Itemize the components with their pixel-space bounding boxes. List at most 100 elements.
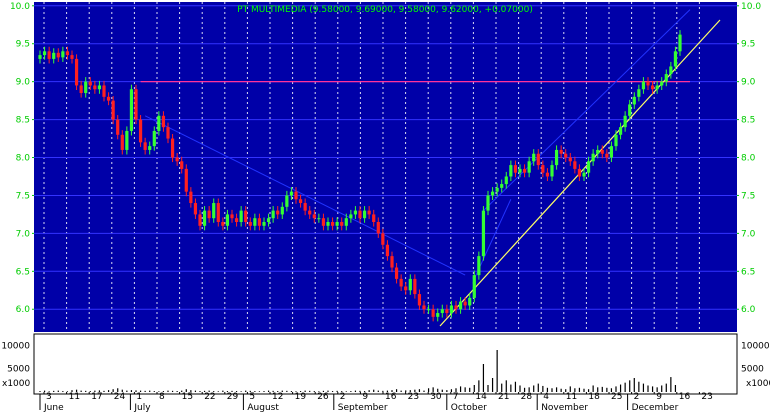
day-tick-label: 11 [566, 392, 577, 402]
candle-body [353, 210, 358, 215]
candle-body [440, 309, 444, 314]
candle-body [289, 191, 294, 196]
candle-body [180, 161, 184, 169]
candle-body [308, 210, 312, 215]
candle-body [303, 203, 307, 211]
candle-body [650, 85, 655, 90]
candle-body [637, 89, 641, 97]
day-tick-label: 3 [46, 392, 52, 402]
candle-body [244, 210, 248, 222]
candle-body [422, 305, 426, 310]
candle-body [458, 301, 463, 310]
candle-body [212, 203, 216, 219]
candle-body [116, 119, 120, 135]
volume-panel-background [33, 333, 738, 395]
y-tick-label-right: 10.0 [741, 2, 761, 12]
candle-body [358, 210, 362, 219]
day-tick-label: 15 [182, 392, 193, 402]
candle-body [468, 297, 472, 306]
candle-body [449, 305, 454, 314]
candle-body [326, 222, 330, 226]
candle-body [56, 52, 60, 58]
month-label: October [451, 403, 487, 412]
day-tick-label: 7 [453, 392, 459, 402]
candle-body [138, 119, 143, 143]
day-tick-label: 21 [498, 392, 509, 402]
candle-body [198, 214, 202, 226]
candle-body [605, 153, 609, 158]
candle-body [106, 96, 111, 101]
month-label: December [632, 403, 679, 412]
y-tick-label-left: 8.0 [16, 154, 31, 164]
candle-body [413, 278, 417, 295]
candle-body [239, 210, 243, 222]
candle-body [253, 218, 257, 226]
day-tick-label: 9 [656, 392, 662, 402]
candle-body [97, 85, 102, 90]
candle-body [394, 267, 399, 279]
candle-body [317, 218, 321, 220]
candle-body [321, 218, 326, 226]
candle-body [600, 149, 604, 154]
candle-body [559, 149, 563, 154]
candle-body [596, 149, 600, 154]
month-label: November [541, 403, 588, 412]
y-tick-label-right: 6.5 [741, 267, 755, 277]
candle-body [614, 134, 618, 147]
candle-body [362, 210, 367, 219]
month-label: June [43, 403, 64, 412]
day-tick-label: 1 [136, 392, 142, 402]
day-tick-label: 4 [543, 392, 549, 402]
candle-body [490, 191, 495, 196]
day-tick-label: 26 [317, 392, 329, 402]
candle-body [486, 195, 490, 211]
candle-body [52, 52, 56, 59]
y-tick-label-right: 8.5 [741, 116, 755, 126]
candle-body [61, 51, 65, 58]
volume-unit-right: x1000 [746, 379, 770, 389]
candle-body [234, 218, 239, 222]
chart-title: PT MULTIMEDIA (9.58000, 9.69000, 9.58000… [237, 5, 533, 15]
candle-body [125, 130, 129, 150]
candle-body [161, 115, 166, 128]
candle-body [399, 278, 403, 287]
candle-body [271, 210, 275, 219]
candle-body [641, 81, 646, 90]
candle-body [38, 55, 42, 59]
candle-body [573, 161, 577, 169]
candle-body [207, 210, 211, 219]
day-tick-label: 8 [159, 392, 165, 402]
candle-body [129, 89, 134, 131]
candle-body [285, 195, 289, 207]
candle-body [152, 130, 156, 147]
candle-body [381, 233, 385, 245]
day-tick-label: 23 [408, 392, 419, 402]
month-label: August [247, 403, 279, 412]
candle-body [426, 309, 431, 311]
candle-body [340, 222, 344, 226]
candle-body [431, 309, 435, 317]
candle-body [102, 85, 106, 97]
volume-unit-left: x1000 [2, 379, 31, 389]
y-tick-label-left: 9.5 [16, 40, 30, 50]
day-tick-label: 11 [69, 392, 80, 402]
candle-body [166, 127, 170, 139]
day-tick-label: 16 [679, 392, 691, 402]
candle-body [385, 244, 390, 257]
candle-body [170, 138, 175, 158]
candle-body [84, 81, 88, 94]
volume-tick-label-left: 10000 [1, 341, 30, 351]
candle-body [330, 222, 335, 226]
candle-body [189, 191, 193, 204]
candle-body [536, 153, 540, 166]
candle-body [175, 157, 179, 162]
candle-body [312, 214, 316, 219]
candle-body [618, 127, 623, 135]
candle-body [47, 51, 51, 59]
candle-body [454, 305, 458, 310]
day-tick-label: 5 [249, 392, 255, 402]
candle-body [184, 168, 188, 192]
candle-body [65, 51, 70, 56]
candle-body [193, 203, 198, 215]
month-label: September [338, 403, 388, 412]
